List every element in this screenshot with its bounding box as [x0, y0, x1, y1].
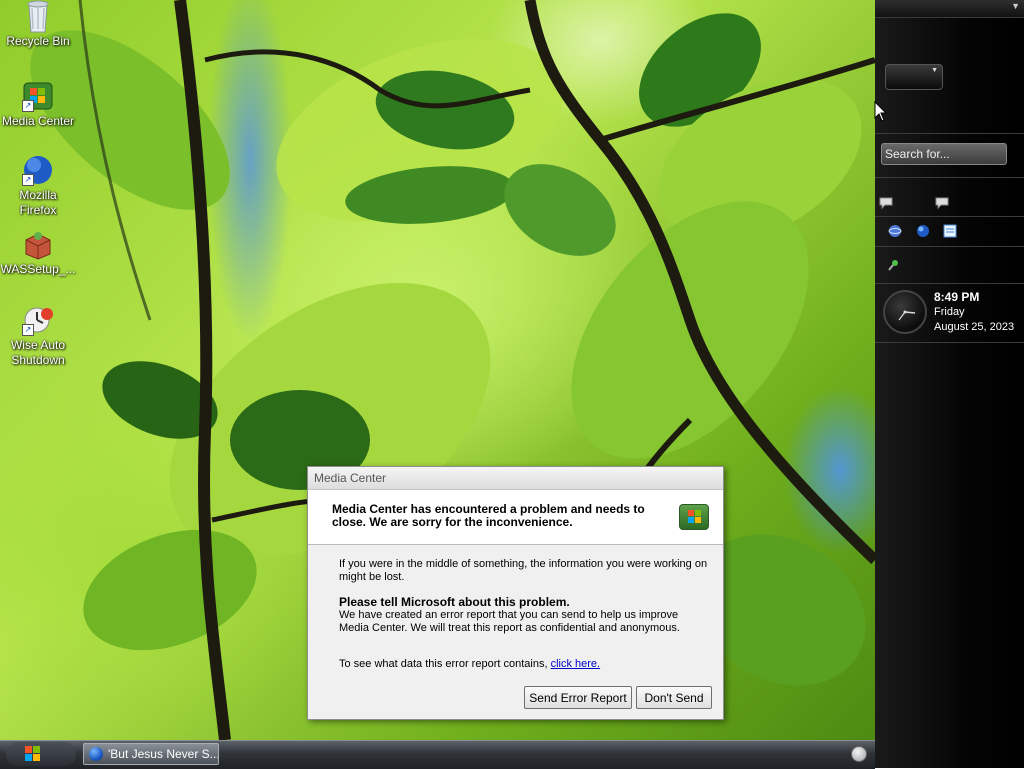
clock-date: August 25, 2023: [934, 321, 1015, 333]
sidebar-divider: [875, 177, 1024, 178]
wise-auto-shutdown-icon: ↗: [22, 304, 54, 336]
sidebar-divider: [875, 283, 1024, 284]
desktop-icon-label: WASSetup_...: [0, 262, 76, 276]
dialog-tell-body: We have created an error report that you…: [339, 609, 680, 634]
notes-icon[interactable]: [943, 224, 957, 238]
sidebar-search-input[interactable]: [881, 143, 1007, 165]
click-here-link[interactable]: click here.: [551, 658, 601, 670]
media-center-logo-icon: [679, 504, 709, 530]
analog-clock-icon: [883, 290, 927, 334]
dialog-title: Media Center: [308, 467, 723, 490]
desktop-icon-label: Media Center: [1, 114, 75, 128]
desktop-icon-wassetup[interactable]: WASSetup_...: [0, 228, 76, 277]
tray-button[interactable]: [851, 746, 867, 762]
mouse-cursor-icon: [874, 101, 888, 122]
dialog-info-text: If you were in the middle of something, …: [339, 558, 708, 583]
firefox-icon: [89, 747, 103, 761]
dialog-header: Media Center has encountered a problem a…: [308, 490, 723, 545]
desktop-icon-recycle-bin[interactable]: Recycle Bin: [0, 0, 76, 49]
dont-send-button[interactable]: Don't Send: [636, 686, 712, 709]
sidebar-clock: 8:49 PM Friday August 25, 2023: [934, 290, 1014, 335]
dialog-tell-heading: Please tell Microsoft about this problem…: [339, 595, 570, 609]
media-center-icon: ↗: [22, 80, 54, 112]
firefox-icon: ↗: [22, 154, 54, 186]
error-report-dialog: Media Center Media Center has encountere…: [307, 466, 724, 720]
clock-time: 8:49 PM: [934, 290, 980, 304]
dialog-body: If you were in the middle of something, …: [339, 558, 709, 671]
network-globe-icon[interactable]: [888, 224, 902, 238]
pin-icon[interactable]: [886, 258, 900, 272]
desktop-icon-wise-auto-shutdown[interactable]: ↗ Wise Auto Shutdown: [0, 304, 76, 368]
dialog-heading: Media Center has encountered a problem a…: [332, 502, 645, 529]
desktop-icon-label: Recycle Bin: [6, 34, 70, 48]
windows-logo-icon[interactable]: [20, 742, 46, 766]
recycle-bin-icon: [22, 0, 54, 33]
send-error-report-button[interactable]: Send Error Report: [524, 686, 632, 709]
desktop-icon-label: Mozilla Firefox: [19, 188, 57, 217]
dialog-see-data-text: To see what data this error report conta…: [339, 658, 551, 670]
shortcut-arrow-icon: ↗: [22, 100, 34, 112]
clock-day: Friday: [934, 306, 965, 318]
dialog-see-data-line: To see what data this error report conta…: [339, 658, 709, 671]
chevron-down-icon[interactable]: ▼: [1011, 1, 1020, 11]
shortcut-arrow-icon: ↗: [22, 174, 34, 186]
chevron-down-icon: ▼: [931, 67, 938, 74]
windows-sidebar: ▼ ▼ 8:49 PM Friday August 25, 2023: [875, 0, 1024, 768]
sidebar-divider: [875, 246, 1024, 247]
sidebar-divider: [875, 216, 1024, 217]
speech-bubble-icon[interactable]: [935, 196, 949, 210]
taskbar-item-firefox[interactable]: 'But Jesus Never S...: [83, 743, 219, 765]
sidebar-top-bar: ▼: [875, 0, 1024, 18]
sidebar-divider: [875, 133, 1024, 134]
setup-package-icon: [22, 228, 54, 260]
shortcut-arrow-icon: ↗: [22, 324, 34, 336]
speech-bubble-icon[interactable]: [879, 196, 893, 210]
desktop-icon-firefox[interactable]: ↗ Mozilla Firefox: [0, 154, 76, 218]
desktop-icon-media-center[interactable]: ↗ Media Center: [0, 80, 76, 129]
taskbar: 'But Jesus Never S...: [0, 740, 875, 769]
sidebar-gadget-dropdown[interactable]: ▼: [885, 64, 943, 90]
sidebar-divider: [875, 342, 1024, 343]
globe-icon[interactable]: [916, 224, 930, 238]
taskbar-item-label: 'But Jesus Never S...: [108, 747, 219, 761]
desktop-icon-label: Wise Auto Shutdown: [10, 338, 66, 367]
